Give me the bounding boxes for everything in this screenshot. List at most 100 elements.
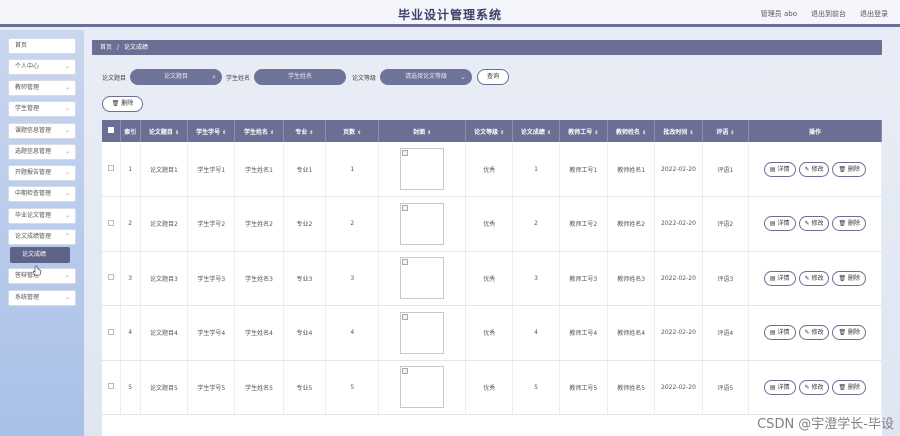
- col-student-no[interactable]: 学生学号 ⇕: [187, 120, 236, 142]
- edit-button[interactable]: ✎ 修改: [798, 216, 830, 232]
- sidebar-item-label: 中期检查管理: [15, 190, 52, 197]
- col-major[interactable]: 专业 ⇕: [283, 120, 327, 142]
- col-score[interactable]: 论文成绩 ⇕: [512, 120, 560, 142]
- delete-button[interactable]: 🗑 删除: [832, 216, 867, 232]
- cell-teacher-no: 教师工号5: [559, 360, 609, 415]
- cell-student-no: 学生学号1: [187, 142, 236, 197]
- row-checkbox[interactable]: [107, 383, 114, 390]
- cell-teacher-name: 教师姓名2: [607, 196, 656, 252]
- row-select-cell[interactable]: [102, 305, 121, 361]
- col-title[interactable]: 论文题目 ⇕: [140, 120, 189, 142]
- chevron-down-icon: ⌄: [64, 127, 70, 134]
- cell-title: 论文题目1: [140, 142, 189, 197]
- breadcrumb-home[interactable]: 首页: [100, 44, 112, 51]
- name-search-input[interactable]: 学生姓名: [254, 69, 347, 85]
- cover-image: [400, 257, 445, 300]
- edit-icon: ✎: [804, 165, 810, 173]
- select-all-checkbox[interactable]: [107, 127, 114, 133]
- select-all-header[interactable]: [102, 120, 121, 142]
- sidebar-item-scores[interactable]: 论文成绩管理 ⌃: [8, 229, 76, 245]
- sidebar-item-midterm[interactable]: 中期检查管理 ⌄: [8, 186, 76, 202]
- col-title-label: 论文题目: [148, 128, 173, 136]
- sidebar-item-profile[interactable]: 个人中心 ⌄: [8, 59, 76, 75]
- sidebar-subitem-scores[interactable]: 论文成绩: [10, 247, 70, 263]
- cell-comment: 评语4: [702, 305, 749, 361]
- broken-image-icon: [402, 204, 409, 211]
- grade-select[interactable]: 请选择论文等级 ⌄: [380, 69, 473, 85]
- col-teacher-name[interactable]: 教师姓名 ⇕: [607, 120, 656, 142]
- col-cover[interactable]: 封面 ⇕: [378, 120, 467, 142]
- sidebar-item-system[interactable]: 系统管理 ⌄: [8, 290, 76, 306]
- title-placeholder: 论文题目: [164, 73, 189, 80]
- edit-icon: ✎: [804, 274, 810, 282]
- detail-button[interactable]: ▤ 详情: [763, 325, 796, 341]
- row-checkbox[interactable]: [107, 328, 114, 335]
- sidebar-item-defense[interactable]: 答辩管理 ⌄: [8, 268, 76, 284]
- cell-ops: ▤ 详情 ✎ 修改 🗑 删除: [748, 305, 882, 361]
- col-teacher-no[interactable]: 教师工号 ⇕: [559, 120, 609, 142]
- col-date[interactable]: 批改时间 ⇕: [654, 120, 703, 142]
- cell-pages: 4: [325, 305, 380, 361]
- edit-button[interactable]: ✎ 修改: [798, 325, 830, 341]
- col-pages[interactable]: 页数 ⇕: [325, 120, 380, 142]
- edit-icon: ✎: [804, 220, 810, 228]
- sort-icon: ⇕: [222, 129, 227, 136]
- row-checkbox[interactable]: [107, 219, 114, 226]
- sidebar-item-proposal[interactable]: 开题报告管理 ⌄: [8, 165, 76, 181]
- cell-comment: 评语3: [702, 251, 749, 306]
- cell-cover: [378, 142, 467, 197]
- top-header: 毕业设计管理系统 管理员 abo 退出到前台 退出登录: [0, 0, 900, 27]
- cell-date: 2022-02-20: [654, 142, 703, 197]
- detail-button[interactable]: ▤ 详情: [763, 161, 796, 177]
- user-info: 管理员 abo 退出到前台 退出登录: [761, 9, 888, 19]
- sidebar-item-label: 系统管理: [15, 294, 40, 301]
- sidebar-item-selection[interactable]: 选题信息管理 ⌄: [8, 144, 76, 160]
- row-select-cell[interactable]: [102, 251, 121, 306]
- detail-label: 详情: [777, 329, 790, 337]
- delete-button[interactable]: 🗑 删除: [832, 161, 867, 177]
- cell-teacher-no: 教师工号2: [559, 196, 609, 252]
- row-select-cell[interactable]: [102, 196, 121, 252]
- row-checkbox[interactable]: [107, 274, 114, 281]
- col-grade[interactable]: 论文等级 ⇕: [465, 120, 514, 142]
- cell-index: 3: [120, 251, 141, 306]
- delete-button[interactable]: 🗑 删除: [832, 270, 867, 286]
- sidebar-item-label: 首页: [15, 42, 28, 49]
- chevron-down-icon: ⌄: [64, 294, 70, 301]
- col-student-name-label: 学生姓名: [243, 128, 268, 136]
- sort-icon: ⇕: [546, 129, 552, 136]
- cell-score: 5: [512, 360, 560, 415]
- edit-button[interactable]: ✎ 修改: [798, 161, 830, 177]
- detail-button[interactable]: ▤ 详情: [763, 216, 796, 232]
- row-select-cell[interactable]: [102, 360, 121, 415]
- row-select-cell[interactable]: [102, 142, 121, 197]
- title-search-input[interactable]: 论文题目 ⌕: [130, 69, 223, 85]
- edit-button[interactable]: ✎ 修改: [798, 270, 830, 286]
- detail-icon: ▤: [769, 329, 776, 337]
- current-user: 管理员 abo: [760, 10, 797, 18]
- cell-index: 2: [120, 196, 141, 252]
- scores-table: 索引 论文题目 ⇕ 学生学号 ⇕ 学生姓名 ⇕ 专业 ⇕ 页数 ⇕ 封面 ⇕ 论文等级 ⇕ 论…: [102, 120, 882, 436]
- edit-button[interactable]: ✎ 修改: [798, 379, 830, 395]
- logout-link[interactable]: 退出登录: [860, 9, 888, 19]
- sidebar-item-thesis[interactable]: 毕业论文管理 ⌄: [8, 208, 76, 224]
- query-button[interactable]: 查询: [477, 69, 510, 85]
- edit-label: 修改: [811, 274, 824, 282]
- sidebar-item-students[interactable]: 学生管理 ⌄: [8, 101, 76, 117]
- sidebar-item-label: 个人中心: [15, 63, 40, 70]
- col-comment[interactable]: 评语 ⇕: [702, 120, 749, 142]
- front-link[interactable]: 退出到前台: [811, 9, 846, 19]
- sidebar-item-teachers[interactable]: 教师管理 ⌄: [8, 80, 76, 96]
- cell-grade: 优秀: [465, 305, 514, 361]
- detail-button[interactable]: ▤ 详情: [763, 379, 796, 395]
- sidebar-item-topics[interactable]: 课题信息管理 ⌄: [8, 123, 76, 139]
- detail-button[interactable]: ▤ 详情: [763, 270, 796, 286]
- col-student-name[interactable]: 学生姓名 ⇕: [234, 120, 284, 142]
- row-checkbox[interactable]: [107, 165, 114, 171]
- cell-student-name: 学生姓名5: [234, 360, 284, 415]
- cell-score: 2: [512, 196, 560, 252]
- delete-button[interactable]: 🗑 删除: [832, 379, 867, 395]
- batch-delete-button[interactable]: 🗑 删除: [102, 96, 143, 112]
- delete-button[interactable]: 🗑 删除: [832, 325, 867, 341]
- sidebar-item-home[interactable]: 首页: [8, 38, 76, 54]
